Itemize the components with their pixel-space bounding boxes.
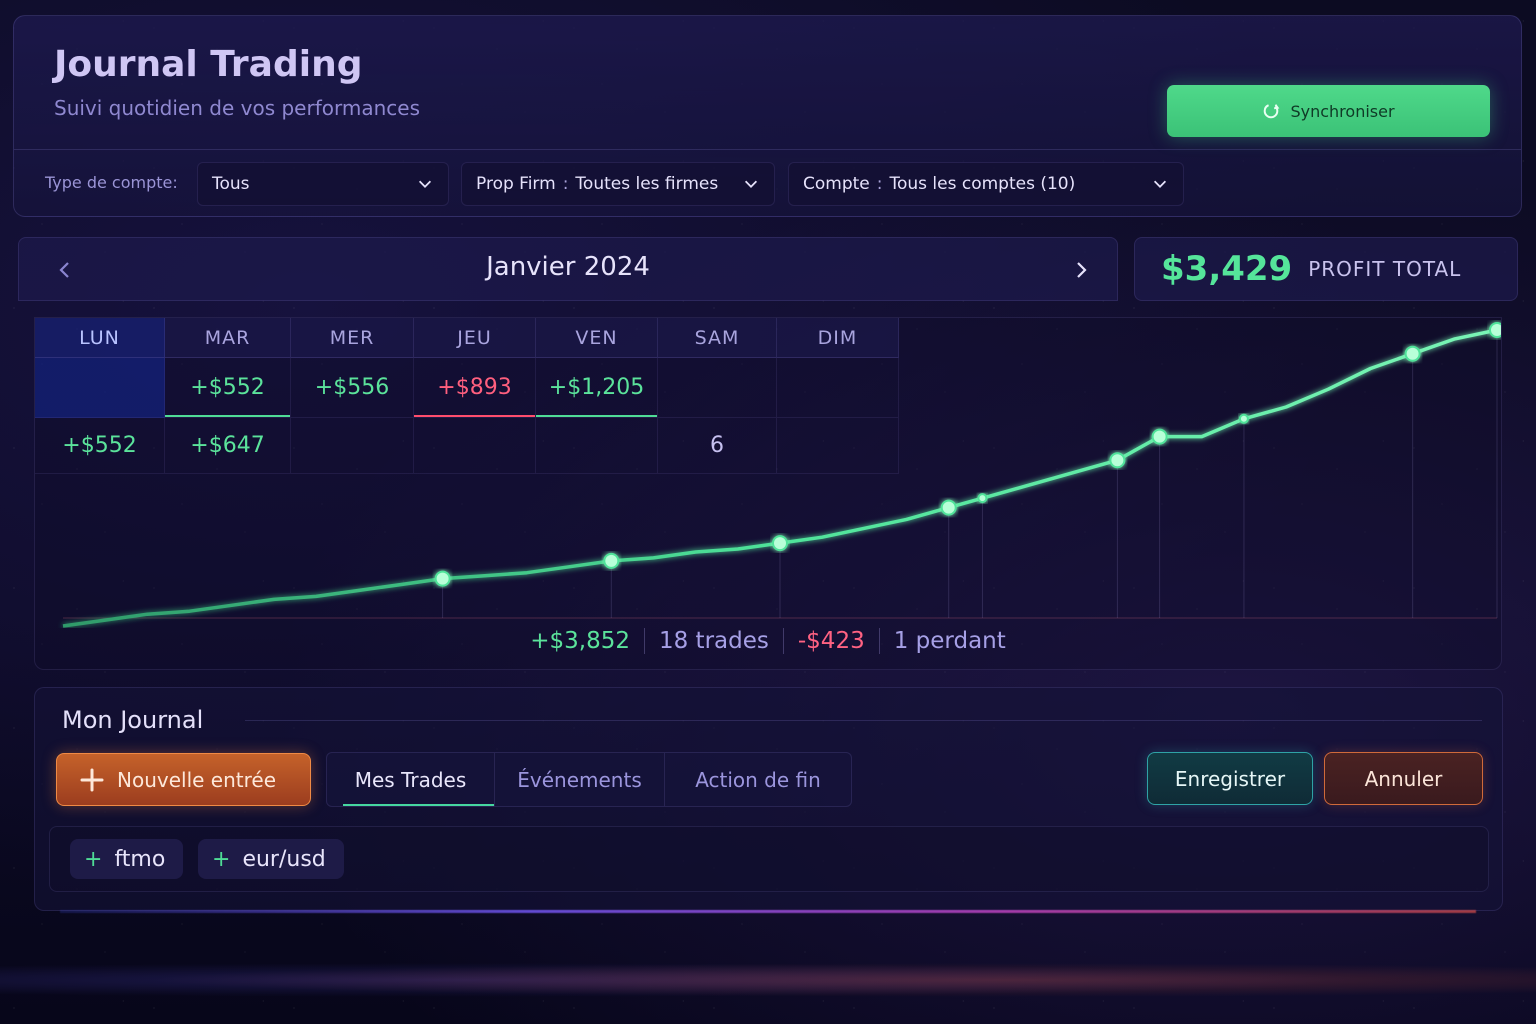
calendar-grid: LUN MAR MER JEU VEN SAM DIM +$552 +$556 … xyxy=(35,318,899,474)
tag-area: + ftmo + eur/usd xyxy=(49,826,1489,892)
day-header-jeu: JEU xyxy=(414,318,536,358)
new-entry-button[interactable]: Nouvelle entrée xyxy=(56,753,311,806)
stat-trade-count: 18 trades xyxy=(658,628,769,654)
profit-total-label: PROFIT TOTAL xyxy=(1308,257,1462,281)
tag-chip[interactable]: + ftmo xyxy=(70,839,184,879)
bottom-glow xyxy=(0,960,1536,1000)
calendar-day-cell[interactable]: +$552 xyxy=(165,358,291,418)
chart-point xyxy=(603,552,620,569)
chart-point xyxy=(977,493,988,504)
calendar-day-cell[interactable]: +$552 xyxy=(35,418,165,474)
journal-title: Mon Journal xyxy=(62,706,204,734)
header-panel: Journal Trading Suivi quotidien de vos p… xyxy=(13,15,1522,217)
journal-tabs: Mes Trades Événements Action de fin xyxy=(326,752,852,807)
account-type-select[interactable]: Tous xyxy=(197,162,449,206)
chart-point xyxy=(1151,428,1168,445)
app-subtitle: Suivi quotidien de vos performances xyxy=(54,96,420,120)
new-entry-label: Nouvelle entrée xyxy=(117,767,277,792)
chart-point xyxy=(772,535,788,552)
journal-glow-line xyxy=(60,910,1476,913)
calendar-day-cell[interactable] xyxy=(777,358,899,418)
app-title: Journal Trading xyxy=(54,44,363,85)
performance-panel: LUN MAR MER JEU VEN SAM DIM +$552 +$556 … xyxy=(34,317,1502,670)
stat-losers: 1 perdant xyxy=(893,628,1006,654)
calendar-day-cell[interactable]: 6 xyxy=(658,418,777,474)
sync-button[interactable]: Synchroniser xyxy=(1167,85,1490,137)
tab-evenements[interactable]: Événements xyxy=(495,753,665,806)
chart-point xyxy=(1404,345,1421,362)
tab-action-de-fin[interactable]: Action de fin xyxy=(665,753,851,806)
month-title: Janvier 2024 xyxy=(486,252,650,282)
account-prefix: Compte xyxy=(803,174,870,194)
journal-title-divider xyxy=(245,720,1482,721)
account-value: Tous les comptes (10) xyxy=(889,174,1076,194)
chevron-down-icon xyxy=(418,180,432,188)
chart-point xyxy=(940,499,957,516)
chart-point xyxy=(1238,413,1249,424)
cancel-button[interactable]: Annuler xyxy=(1324,752,1483,805)
calendar-day-cell[interactable]: +$1,205 xyxy=(536,358,658,418)
stat-loss: -$423 xyxy=(797,628,865,654)
calendar-day-cell[interactable]: +$556 xyxy=(291,358,414,418)
tag-chip[interactable]: + eur/usd xyxy=(198,839,344,879)
header-divider xyxy=(14,149,1521,150)
profit-total-value: $3,429 xyxy=(1161,249,1293,289)
tab-mes-trades[interactable]: Mes Trades xyxy=(327,753,495,806)
next-month-icon[interactable] xyxy=(1069,258,1093,282)
sync-label: Synchroniser xyxy=(1290,101,1395,121)
tag-label: ftmo xyxy=(114,846,166,872)
tag-label: eur/usd xyxy=(242,846,326,872)
calendar-day-cell[interactable] xyxy=(658,358,777,418)
account-select[interactable]: Compte : Tous les comptes (10) xyxy=(788,162,1184,206)
calendar-header: Janvier 2024 xyxy=(18,237,1118,301)
prop-firm-value: Toutes les firmes xyxy=(575,174,719,194)
calendar-day-cell[interactable] xyxy=(777,418,899,474)
account-type-value: Tous xyxy=(212,174,250,194)
chart-point xyxy=(1489,322,1501,338)
prop-firm-separator: : xyxy=(562,174,569,194)
day-header-ven: VEN xyxy=(536,318,658,358)
plus-icon xyxy=(80,768,104,791)
calendar-day-cell[interactable] xyxy=(291,418,414,474)
day-header-dim: DIM xyxy=(777,318,899,358)
day-header-sam: SAM xyxy=(658,318,777,358)
save-button[interactable]: Enregistrer xyxy=(1147,752,1313,805)
calendar-day-cell[interactable]: +$893 xyxy=(414,358,536,418)
calendar-day-cell[interactable]: +$647 xyxy=(165,418,291,474)
plus-icon: + xyxy=(84,846,103,872)
day-header-lun: LUN xyxy=(35,318,165,358)
prop-firm-select[interactable]: Prop Firm : Toutes les firmes xyxy=(461,162,775,206)
chart-point xyxy=(434,570,451,587)
sync-icon xyxy=(1264,103,1280,119)
journal-panel: Mon Journal Nouvelle entrée Mes Trades É… xyxy=(34,687,1503,911)
calendar-day-cell[interactable] xyxy=(536,418,658,474)
account-type-label: Type de compte: xyxy=(45,173,178,192)
stats-row: +$3,852 18 trades -$423 1 perdant xyxy=(35,628,1501,654)
profit-total-card: $3,429 PROFIT TOTAL xyxy=(1134,237,1518,301)
chevron-down-icon xyxy=(744,180,758,188)
calendar-day-cell[interactable] xyxy=(35,358,165,418)
stat-net-profit: +$3,852 xyxy=(530,628,630,654)
account-separator: : xyxy=(876,174,883,194)
day-header-mer: MER xyxy=(291,318,414,358)
plus-icon: + xyxy=(212,846,231,872)
prop-firm-prefix: Prop Firm xyxy=(476,174,556,194)
chart-point xyxy=(1109,452,1126,469)
chevron-down-icon xyxy=(1153,180,1167,188)
day-header-mar: MAR xyxy=(165,318,291,358)
calendar-day-cell[interactable] xyxy=(414,418,536,474)
